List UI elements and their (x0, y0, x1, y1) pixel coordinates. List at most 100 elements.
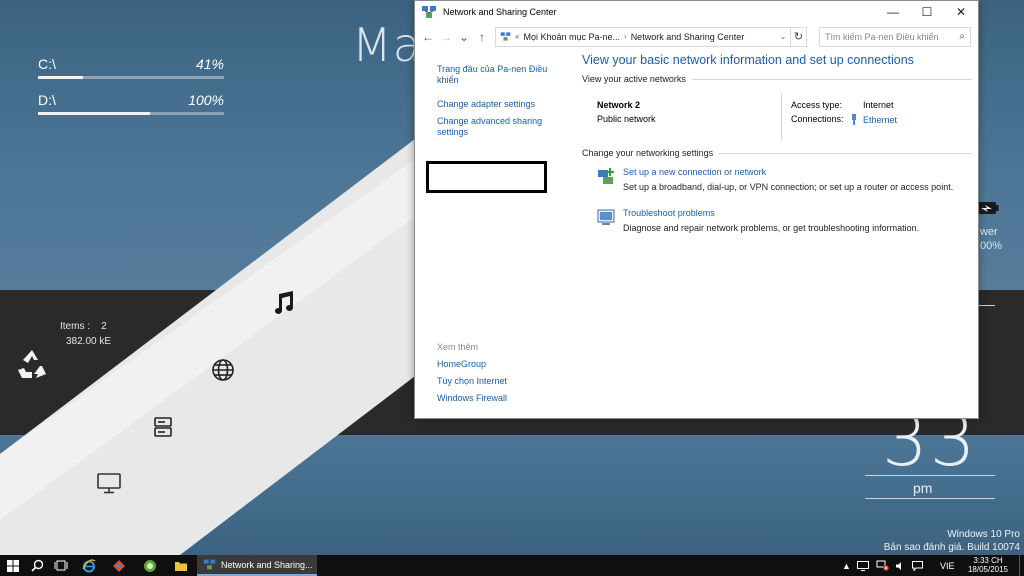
search-placeholder: Tìm kiếm Pa-nen Điều khiển (825, 31, 939, 42)
troubleshoot-link[interactable]: Troubleshoot problems (623, 208, 715, 218)
recycle-items-label: Items : (60, 321, 91, 332)
task-view-button[interactable] (50, 555, 72, 576)
troubleshoot-desc: Diagnose and repair network problems, or… (623, 223, 920, 233)
wallpaper-bottom (0, 435, 1024, 555)
windows-build: Bản sao đánh giá. Build 10074 (883, 542, 1020, 553)
network-name: Network 2 (597, 100, 641, 110)
setup-connection-link[interactable]: Set up a new connection or network (623, 167, 766, 177)
app-taskbar-button-1[interactable] (108, 555, 130, 576)
troubleshoot-icon (597, 209, 615, 225)
active-network: Network 2 Public network Access type: In… (582, 90, 972, 148)
speaker-icon (896, 561, 901, 570)
control-panel-icon (500, 32, 511, 41)
monitor-tray-icon (857, 560, 869, 571)
network-type[interactable]: Public network (597, 114, 656, 124)
power-percent: 00% (980, 240, 1003, 252)
windows-logo-icon (7, 559, 19, 572)
taskbar-clock[interactable]: 3:33 CH 18/05/2015 (960, 556, 1016, 574)
clock-ampm: pm (913, 480, 933, 496)
desktop-banner-text: Ma (352, 18, 422, 72)
address-dropdown-icon[interactable]: ⌄ (776, 32, 790, 41)
address-row: ← → ⌄ ↑ « Mọi Khoản mục Pa-ne... › Netwo… (415, 23, 978, 50)
recycle-bin-icon[interactable] (14, 346, 50, 382)
task-new-connection: Set up a new connection or network Set u… (582, 164, 972, 205)
colorful-app-icon (113, 559, 125, 572)
control-panel-home-link[interactable]: Trang đầu của Pa-nen Điều khiển (437, 64, 553, 86)
refresh-button[interactable]: ↻ (791, 26, 807, 47)
clock-date: 18/05/2015 (967, 565, 1009, 574)
titlebar[interactable]: Network and Sharing Center — ☐ ✕ (415, 1, 978, 23)
input-language[interactable]: VIE (940, 555, 955, 576)
connections-label: Connections: (791, 114, 844, 124)
file-explorer-button[interactable] (170, 555, 192, 576)
network-center-taskbar-button[interactable]: Network and Sharing... (197, 555, 317, 576)
recycle-items-count: 2 (101, 321, 107, 332)
minimize-button[interactable]: — (876, 1, 910, 23)
clock-divider-bottom (865, 498, 995, 499)
see-also-heading: Xem thêm (437, 342, 479, 352)
network-status-icon (876, 560, 889, 571)
main-pane: View your basic network information and … (582, 50, 972, 246)
breadcrumb-current[interactable]: Network and Sharing Center (631, 32, 745, 42)
app-taskbar-button-2[interactable] (139, 555, 161, 576)
recycle-size: 382.00 kE (66, 336, 112, 347)
ethernet-icon (852, 114, 856, 125)
computer-icon[interactable] (96, 472, 122, 494)
maximize-button[interactable]: ☐ (910, 1, 944, 23)
forward-button[interactable]: → (437, 30, 455, 44)
show-desktop-button[interactable] (1019, 555, 1024, 576)
new-connection-icon (598, 168, 614, 184)
breadcrumb-separator[interactable]: › (624, 32, 627, 41)
search-taskbar-button[interactable] (26, 555, 48, 576)
green-app-icon (144, 559, 156, 572)
active-networks-heading: View your active networks (582, 74, 972, 84)
search-icon (30, 559, 43, 572)
music-icon[interactable] (272, 290, 296, 316)
internet-options-link[interactable]: Tùy chọn Internet (437, 376, 553, 387)
breadcrumb-all-items[interactable]: Mọi Khoản mục Pa-ne... (523, 32, 620, 42)
taskbar: Network and Sharing... ▲ VIE 3:33 CH 18/… (0, 555, 1024, 576)
task-view-icon (54, 560, 68, 571)
start-button[interactable] (2, 555, 24, 576)
action-center-icon (912, 560, 923, 571)
windows-firewall-link[interactable]: Windows Firewall (437, 393, 553, 404)
change-advanced-sharing-link[interactable]: Change advanced sharing settings (437, 116, 553, 138)
address-bar[interactable]: « Mọi Khoản mục Pa-ne... › Network and S… (495, 26, 791, 47)
tray-device-icon[interactable] (857, 555, 869, 576)
recycle-bin-info: Items : 2 382.00 kE (60, 319, 111, 349)
drive-c-fill (38, 76, 83, 79)
ethernet-link-label: Ethernet (863, 114, 898, 125)
page-title: View your basic network information and … (582, 53, 914, 67)
close-button[interactable]: ✕ (944, 1, 978, 23)
task-troubleshoot: Troubleshoot problems Diagnose and repai… (582, 205, 972, 246)
network-sharing-window: Network and Sharing Center — ☐ ✕ ← → ⌄ ↑… (414, 0, 979, 419)
drive-d-percent: 100% (188, 92, 224, 108)
notifications-tray-icon[interactable] (912, 555, 923, 576)
search-box[interactable]: Tìm kiếm Pa-nen Điều khiển ⌕ (819, 26, 971, 47)
drive-d-meter: D:\ 100% (38, 92, 224, 115)
tray-overflow-icon[interactable]: ▲ (842, 555, 852, 576)
setup-connection-desc: Set up a broadband, dial-up, or VPN conn… (623, 182, 954, 192)
active-networks-label: View your active networks (582, 74, 686, 84)
ie-taskbar-button[interactable] (78, 555, 100, 576)
homegroup-link[interactable]: HomeGroup (437, 359, 553, 370)
divider (781, 93, 782, 141)
volume-tray-icon[interactable] (895, 555, 905, 576)
change-adapter-settings-link[interactable]: Change adapter settings (437, 99, 553, 110)
network-center-icon (422, 6, 436, 18)
highlight-box (426, 161, 547, 193)
taskbar-active-label: Network and Sharing... (221, 559, 313, 570)
recent-locations-button[interactable]: ⌄ (455, 30, 473, 44)
breadcrumb-overflow[interactable]: « (515, 32, 519, 41)
back-button[interactable]: ← (419, 30, 437, 44)
drive-c-meter: C:\ 41% (38, 56, 224, 79)
windows-edition: Windows 10 Pro (947, 529, 1020, 540)
up-button[interactable]: ↑ (473, 30, 491, 44)
window-title: Network and Sharing Center (443, 7, 557, 17)
globe-icon[interactable] (211, 358, 235, 382)
network-tray-icon[interactable] (876, 555, 889, 576)
server-icon[interactable] (153, 416, 173, 438)
ethernet-connection-link[interactable]: Ethernet (849, 114, 897, 125)
networking-settings-heading: Change your networking settings (582, 148, 972, 158)
search-icon[interactable]: ⌕ (959, 31, 965, 42)
